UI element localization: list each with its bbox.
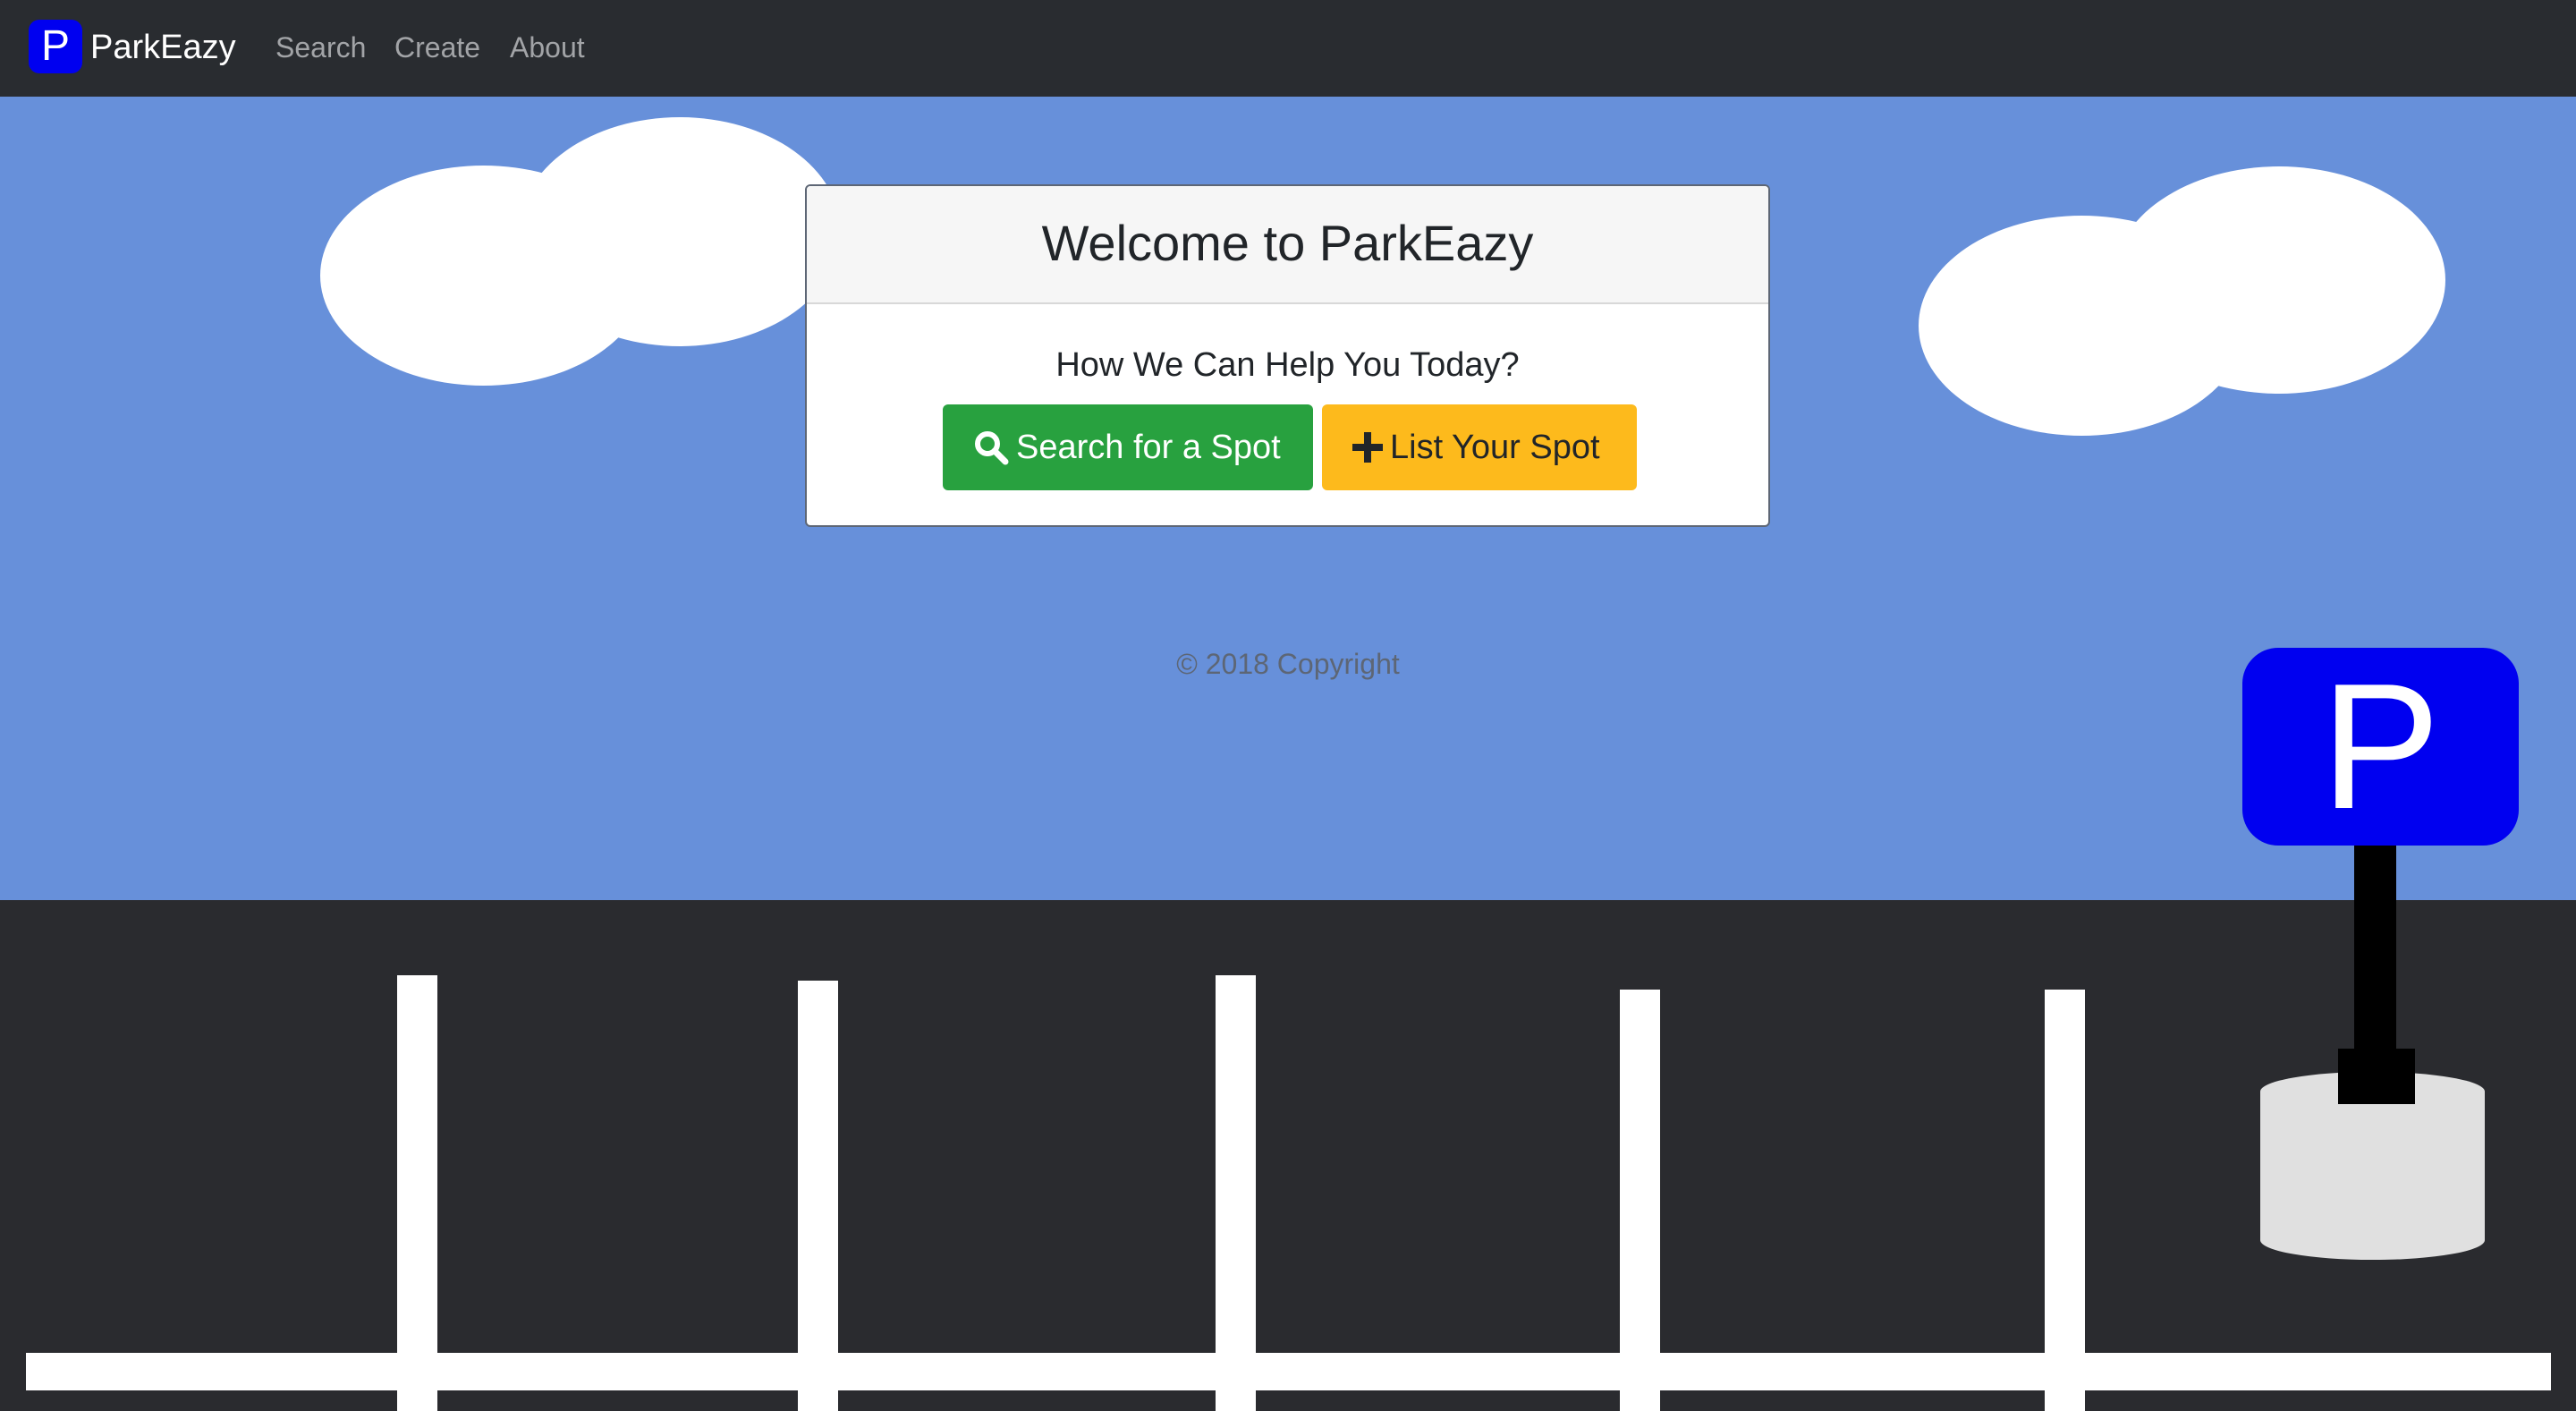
welcome-card: Welcome to ParkEazy How We Can Help You …: [805, 184, 1770, 527]
cloud-shape: [320, 166, 647, 386]
nav-link-about[interactable]: About: [510, 27, 585, 68]
brand-name[interactable]: ParkEazy: [90, 25, 236, 70]
search-icon: [975, 431, 1009, 465]
parking-stripe: [2045, 990, 2085, 1411]
copyright-text: © 2018 Copyright: [1176, 648, 1400, 680]
parking-stripe: [798, 981, 838, 1411]
card-subtitle: How We Can Help You Today?: [1055, 346, 1520, 384]
search-spot-label: Search for a Spot: [1016, 429, 1281, 466]
list-spot-button[interactable]: List Your Spot: [1322, 404, 1637, 490]
cloud-shape: [1919, 216, 2245, 436]
nav-link-search[interactable]: Search: [275, 27, 366, 68]
sign-post-cap: [2338, 1049, 2415, 1104]
parking-stripe: [1216, 975, 1256, 1411]
parking-stripe: [1620, 990, 1660, 1411]
search-spot-button[interactable]: Search for a Spot: [943, 404, 1313, 490]
navbar: P ParkEazy Search Create About: [0, 0, 2576, 97]
list-spot-label: List Your Spot: [1390, 429, 1600, 466]
brand-logo-icon[interactable]: P: [29, 20, 82, 73]
parking-stripe: [397, 975, 437, 1411]
parking-curb-line: [26, 1353, 2551, 1390]
card-title: Welcome to ParkEazy: [807, 186, 1768, 304]
nav-link-create[interactable]: Create: [394, 27, 480, 68]
plus-icon: [1352, 432, 1383, 463]
parking-lot-ground: [0, 900, 2576, 1411]
sign-post: [2354, 845, 2396, 1050]
